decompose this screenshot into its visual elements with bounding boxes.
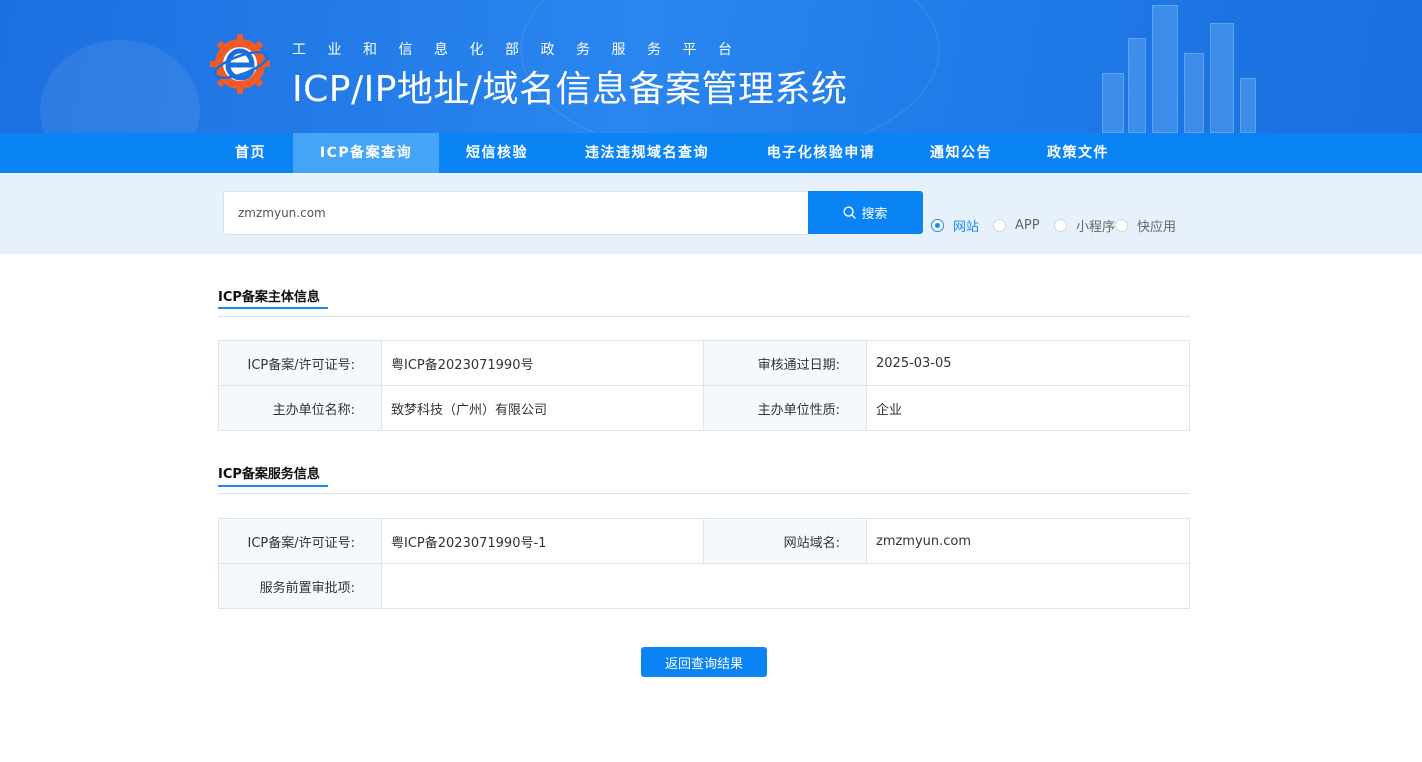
search-input[interactable]: zmzmyun.com bbox=[223, 191, 809, 235]
nav-icp-query[interactable]: ICP备案查询 bbox=[293, 133, 439, 173]
table-row: 服务前置审批项: bbox=[218, 563, 1190, 609]
approval-items-value bbox=[381, 563, 1190, 609]
banner-city-illustration bbox=[1102, 0, 1282, 133]
approve-date-value: 2025-03-05 bbox=[866, 340, 1190, 386]
org-name-label: 主办单位名称: bbox=[218, 385, 382, 431]
radio-dot bbox=[993, 218, 1006, 232]
service-info-title: ICP备案服务信息 bbox=[218, 467, 320, 482]
org-type-value: 企业 bbox=[866, 385, 1190, 431]
header-banner: 工业和信息化部政务服务平台 ICP/IP地址/域名信息备案管理系统 bbox=[0, 0, 1422, 133]
header-subtitle: 工业和信息化部政务服务平台 bbox=[292, 42, 754, 58]
section-title-underline bbox=[218, 307, 328, 309]
nav-e-verify-apply[interactable]: 电子化核验申请 bbox=[748, 133, 894, 173]
radio-label: 网站 bbox=[953, 219, 980, 235]
table-row: ICP备案/许可证号: 粤ICP备2023071990号 审核通过日期: 202… bbox=[218, 340, 1190, 386]
nav-illegal-domain-query[interactable]: 违法违规域名查询 bbox=[566, 133, 728, 173]
radio-dot bbox=[931, 218, 944, 232]
search-button-label: 搜索 bbox=[861, 207, 888, 222]
section-title-underline bbox=[218, 485, 328, 487]
radio-dot bbox=[1054, 218, 1067, 232]
main-nav: 首页 ICP备案查询 短信核验 违法违规域名查询 电子化核验申请 通知公告 政策… bbox=[0, 133, 1422, 173]
table-row: ICP备案/许可证号: 粤ICP备2023071990号-1 网站域名: zmz… bbox=[218, 518, 1190, 564]
license-value: 粤ICP备2023071990号 bbox=[381, 340, 704, 386]
type-radio-miniprogram[interactable]: 小程序 bbox=[1054, 216, 1116, 235]
radio-label: APP bbox=[1015, 217, 1040, 233]
table-row: 主办单位名称: 致梦科技（广州）有限公司 主办单位性质: 企业 bbox=[218, 385, 1190, 431]
section-divider bbox=[218, 493, 1190, 494]
type-radio-website[interactable]: 网站 bbox=[931, 216, 980, 235]
radio-label: 快应用 bbox=[1137, 219, 1177, 235]
service-license-label: ICP备案/许可证号: bbox=[218, 518, 382, 564]
radio-dot bbox=[1115, 218, 1128, 232]
service-info-table: ICP备案/许可证号: 粤ICP备2023071990号-1 网站域名: zmz… bbox=[218, 518, 1190, 609]
subject-info-title: ICP备案主体信息 bbox=[218, 290, 320, 305]
nav-notices[interactable]: 通知公告 bbox=[913, 133, 1009, 173]
radio-label: 小程序 bbox=[1076, 219, 1116, 235]
subject-info-table: ICP备案/许可证号: 粤ICP备2023071990号 审核通过日期: 202… bbox=[218, 340, 1190, 431]
nav-home[interactable]: 首页 bbox=[212, 133, 289, 173]
back-to-results-button[interactable]: 返回查询结果 bbox=[641, 647, 767, 677]
nav-sms-verify[interactable]: 短信核验 bbox=[447, 133, 547, 173]
approval-items-label: 服务前置审批项: bbox=[218, 563, 382, 609]
search-icon bbox=[843, 206, 857, 219]
org-type-label: 主办单位性质: bbox=[703, 385, 867, 431]
nav-policy-docs[interactable]: 政策文件 bbox=[1030, 133, 1126, 173]
domain-value: zmzmyun.com bbox=[866, 518, 1190, 564]
header-title: ICP/IP地址/域名信息备案管理系统 bbox=[292, 69, 848, 110]
license-label: ICP备案/许可证号: bbox=[218, 340, 382, 386]
org-name-value: 致梦科技（广州）有限公司 bbox=[381, 385, 704, 431]
ministry-logo-icon bbox=[210, 34, 270, 94]
type-radio-quickapp[interactable]: 快应用 bbox=[1115, 216, 1177, 235]
approve-date-label: 审核通过日期: bbox=[703, 340, 867, 386]
type-radio-app[interactable]: APP bbox=[993, 216, 1040, 234]
banner-decoration bbox=[40, 40, 200, 133]
search-button[interactable]: 搜索 bbox=[808, 191, 923, 234]
domain-label: 网站域名: bbox=[703, 518, 867, 564]
section-divider bbox=[218, 316, 1190, 317]
service-license-value: 粤ICP备2023071990号-1 bbox=[381, 518, 704, 564]
